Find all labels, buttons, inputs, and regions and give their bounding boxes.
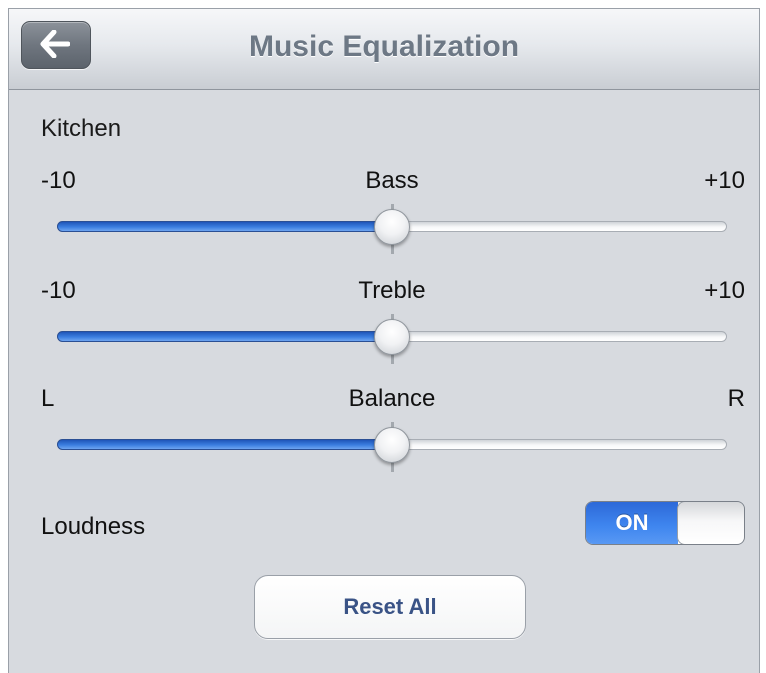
balance-max-label: R — [727, 385, 745, 412]
slider-fill — [57, 221, 392, 232]
treble-slider[interactable] — [57, 314, 727, 364]
slider-thumb[interactable] — [374, 209, 410, 245]
app-screen: Music Equalization Kitchen -10 Bass +10 … — [8, 8, 760, 673]
balance-min-label: L — [41, 385, 55, 412]
toggle-on-label: ON — [586, 502, 678, 544]
bass-max-label: +10 — [704, 167, 745, 194]
navigation-bar: Music Equalization — [9, 9, 759, 90]
bass-slider[interactable] — [57, 204, 727, 254]
slider-thumb[interactable] — [374, 427, 410, 463]
treble-label: Treble — [358, 277, 426, 304]
reset-all-button[interactable]: Reset All — [254, 575, 526, 639]
page-title: Music Equalization — [248, 30, 520, 63]
treble-min-label: -10 — [41, 277, 76, 304]
treble-max-label: +10 — [704, 277, 745, 304]
slider-fill — [57, 439, 392, 450]
bass-label: Bass — [365, 167, 419, 194]
balance-slider[interactable] — [57, 422, 727, 472]
loudness-label: Loudness — [41, 513, 146, 540]
slider-thumb[interactable] — [374, 319, 410, 355]
loudness-toggle[interactable]: ON — [585, 501, 745, 545]
slider-fill — [57, 331, 392, 342]
bass-min-label: -10 — [41, 167, 76, 194]
toggle-knob[interactable] — [677, 502, 744, 544]
balance-label: Balance — [348, 385, 436, 412]
zone-label: Kitchen — [41, 115, 122, 142]
